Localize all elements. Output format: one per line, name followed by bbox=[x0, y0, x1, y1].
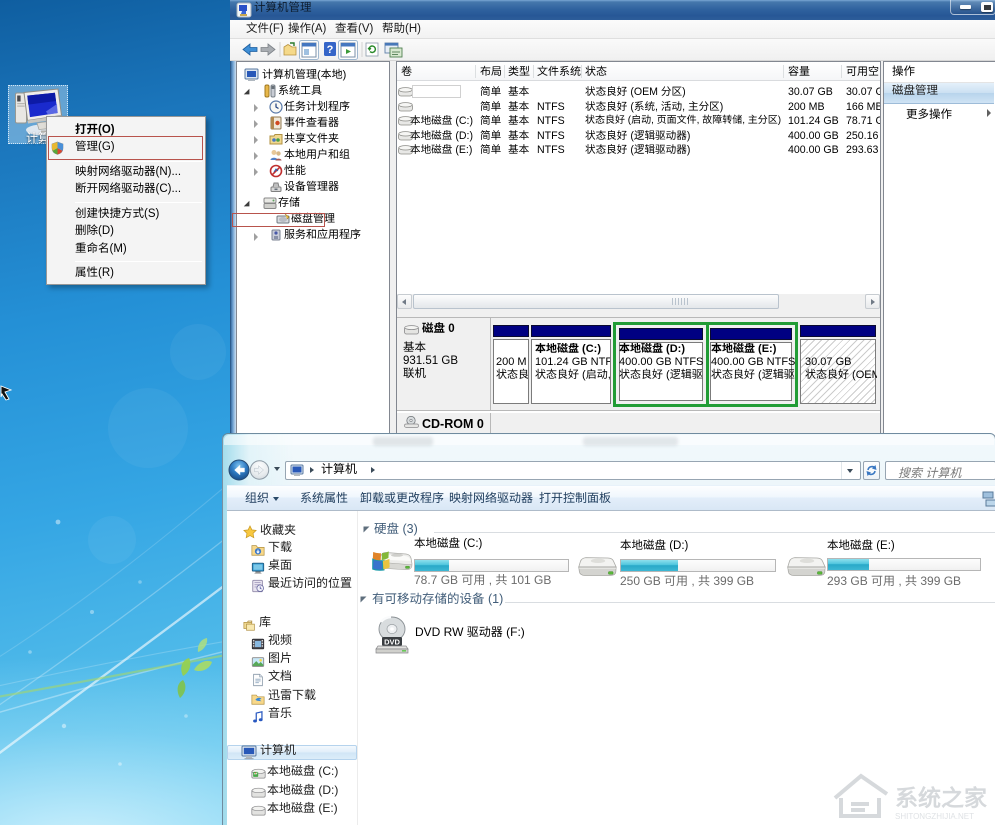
svg-text:SHITONGZHIJIA.NET: SHITONGZHIJIA.NET bbox=[895, 812, 974, 821]
svg-text:系统之家: 系统之家 bbox=[895, 779, 987, 813]
svg-text:DVD: DVD bbox=[384, 638, 400, 647]
svg-text:?: ? bbox=[327, 44, 334, 56]
